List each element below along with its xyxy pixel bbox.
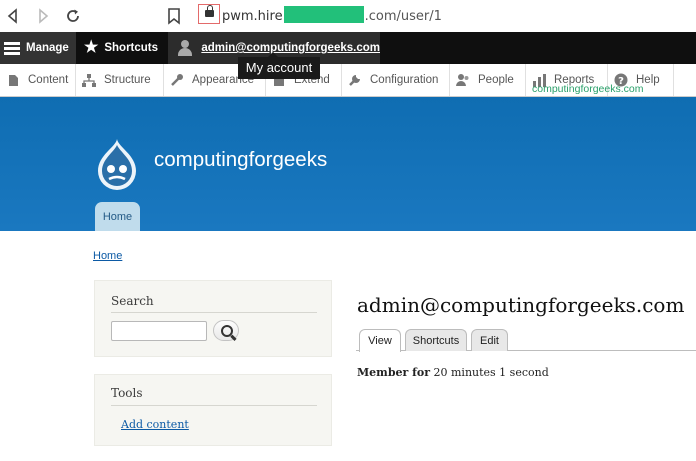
- search-block: Search: [94, 280, 332, 357]
- manage-label: Manage: [26, 42, 69, 54]
- tools-block: Tools Add content: [94, 374, 332, 446]
- back-icon[interactable]: [4, 7, 22, 25]
- hamburger-icon: [4, 42, 20, 55]
- tray-item-structure[interactable]: Structure: [76, 64, 164, 96]
- admin-toolbar: Manage ★ Shortcuts admin@computingforgee…: [0, 32, 696, 64]
- tray-item-configuration[interactable]: Configuration: [342, 64, 450, 96]
- reload-icon[interactable]: [64, 7, 82, 25]
- url-text[interactable]: pwm.hire .com/user/1: [222, 6, 442, 24]
- tray-item-content[interactable]: Content: [0, 64, 76, 96]
- browser-address-bar: pwm.hire .com/user/1: [0, 0, 696, 32]
- search-input[interactable]: [111, 321, 207, 341]
- tray-item-label: Structure: [104, 74, 151, 86]
- add-content-link[interactable]: Add content: [121, 418, 189, 431]
- search-button[interactable]: [213, 320, 239, 341]
- wrench-icon: [348, 73, 362, 87]
- member-for-text: Member for 20 minutes 1 second: [357, 366, 549, 379]
- site-header: computingforgeeks Home: [0, 97, 696, 231]
- url-path: .com/user/1: [364, 9, 442, 24]
- url-host: pwm.hire: [222, 9, 283, 24]
- tray-item-label: Configuration: [370, 74, 439, 86]
- tab-view[interactable]: View: [359, 329, 401, 352]
- wrench-brush-icon: [170, 73, 184, 87]
- member-for-value: 20 minutes 1 second: [430, 366, 549, 379]
- user-icon: [178, 40, 193, 56]
- document-icon: [6, 73, 20, 87]
- star-icon: ★: [84, 39, 99, 56]
- search-block-title: Search: [111, 294, 154, 308]
- people-icon: [456, 73, 470, 87]
- shortcuts-button[interactable]: ★ Shortcuts: [76, 32, 164, 64]
- tab-edit[interactable]: Edit: [471, 329, 508, 351]
- url-redaction: [283, 6, 364, 23]
- my-account-tooltip: My account: [238, 52, 320, 79]
- lock-icon[interactable]: [205, 5, 214, 17]
- divider: [111, 312, 317, 313]
- search-icon: [221, 324, 233, 337]
- tray-item-label: People: [478, 74, 514, 86]
- tray-item-label: Content: [28, 74, 69, 86]
- drupal-logo-icon[interactable]: [94, 137, 140, 191]
- breadcrumb[interactable]: Home: [93, 250, 122, 262]
- user-account-label: admin@computingforgeeks.com: [201, 42, 380, 54]
- page-title: admin@computingforgeeks.com: [357, 293, 685, 317]
- member-for-label: Member for: [357, 366, 430, 379]
- watermark-text: computingforgeeks.com: [532, 83, 644, 95]
- main-nav-home[interactable]: Home: [95, 202, 140, 231]
- tray-item-people[interactable]: People: [450, 64, 526, 96]
- tools-block-title: Tools: [111, 386, 143, 400]
- bookmark-icon[interactable]: [167, 7, 181, 25]
- shortcuts-label: Shortcuts: [104, 42, 159, 54]
- forward-icon[interactable]: [34, 7, 52, 25]
- divider: [111, 405, 317, 406]
- sitemap-icon: [82, 73, 96, 87]
- site-name[interactable]: computingforgeeks: [154, 148, 327, 172]
- manage-button[interactable]: Manage: [0, 32, 76, 64]
- tab-shortcuts[interactable]: Shortcuts: [405, 329, 467, 351]
